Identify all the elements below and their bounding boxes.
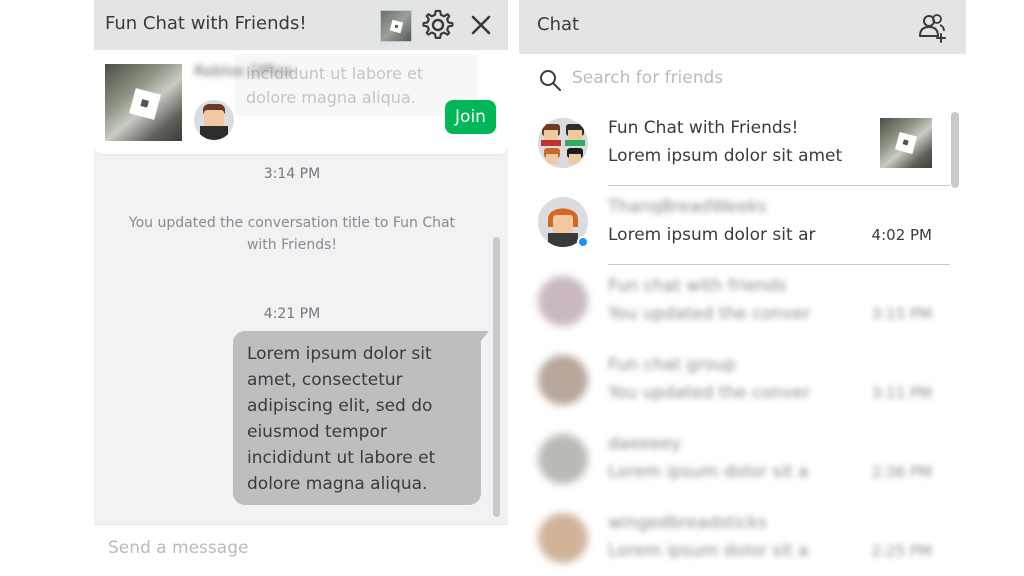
roblox-logo-icon [894, 131, 918, 155]
conversation-preview: Lorem ipsum dolor sit a [608, 462, 809, 482]
group-avatar [538, 355, 588, 405]
chat-list-title: Chat [537, 14, 580, 35]
conversation-preview: You updated the conver [608, 383, 811, 403]
settings-gear-icon[interactable] [422, 9, 454, 41]
conversation-item[interactable]: wingedbreadsticks Lorem ipsum dolor sit … [519, 505, 966, 576]
conversation-name: Fun chat with friends [608, 276, 787, 296]
conversation-time: 3:15 PM [871, 305, 932, 323]
message-input[interactable]: Send a message [108, 538, 248, 558]
conversation-time: 3:11 PM [871, 384, 932, 402]
conversation-header: Fun Chat with Friends! [94, 0, 508, 50]
conversation-window: Fun Chat with Friends! incididunt ut lab… [94, 0, 508, 576]
conversation-time: 4:02 PM [871, 226, 932, 244]
conversation-name: daeeeey [608, 434, 682, 454]
sent-message-bubble: Lorem ipsum dolor sit amet, consectetur … [233, 331, 489, 505]
scrollbar[interactable] [493, 237, 500, 517]
timestamp: 4:21 PM [263, 306, 321, 322]
friend-avatar [538, 434, 588, 484]
group-avatar [538, 118, 588, 168]
conversation-preview: Lorem ipsum dolor sit amet [608, 146, 843, 166]
conversation-preview: You updated the conver [608, 304, 811, 324]
search-icon [540, 70, 561, 91]
game-thumbnail-icon[interactable] [380, 10, 412, 42]
player-avatar [194, 100, 234, 140]
conversation-name: wingedbreadsticks [608, 513, 767, 533]
conversation-preview: Lorem ipsum dolor sit ar [608, 225, 816, 245]
divider [608, 264, 950, 265]
conversation-name: Fun chat group [608, 355, 736, 375]
conversation-item[interactable]: daeeeey Lorem ipsum dolor sit a 2:36 PM [519, 426, 966, 504]
conversation-time: 2:36 PM [871, 463, 932, 481]
search-bar[interactable]: Search for friends [519, 54, 966, 106]
group-avatar [538, 276, 588, 326]
chat-list-header: Chat [519, 0, 966, 54]
add-friends-icon[interactable] [915, 10, 949, 44]
search-input[interactable]: Search for friends [572, 68, 723, 88]
conversation-title[interactable]: Fun Chat with Friends! [105, 13, 307, 34]
conversation-item[interactable]: ThanqBreadWeeks Lorem ipsum dolor sit ar… [519, 189, 966, 267]
chat-list-panel: Chat Search for friends Fun Chat with Fr… [519, 0, 966, 576]
conversation-preview: Lorem ipsum dolor sit a [608, 541, 809, 561]
conversation-item[interactable]: Fun Chat with Friends! Lorem ipsum dolor… [519, 110, 966, 188]
online-status-icon [577, 236, 589, 248]
join-button[interactable]: Join [445, 100, 496, 134]
conversation-item[interactable]: Fun chat group You updated the conver 3:… [519, 347, 966, 425]
close-icon[interactable] [465, 9, 497, 41]
timestamp: 3:14 PM [263, 166, 321, 182]
conversation-name: Fun Chat with Friends! [608, 118, 799, 138]
conversation-item[interactable]: Fun chat with friends You updated the co… [519, 268, 966, 346]
friend-avatar [538, 513, 588, 563]
conversation-name: ThanqBreadWeeks [608, 197, 767, 217]
divider [608, 185, 950, 186]
message-composer[interactable]: Send a message [94, 524, 508, 576]
roblox-logo-icon [129, 88, 161, 120]
game-name: Roblox Office [194, 62, 293, 80]
conversation-time: 2:25 PM [871, 542, 932, 560]
system-message: You updated the conversation title to Fu… [128, 215, 456, 253]
scrollbar[interactable] [951, 112, 959, 188]
game-thumbnail[interactable] [105, 64, 182, 141]
game-thumbnail[interactable] [880, 118, 932, 168]
game-invite-card: incididunt ut labore et dolore magna ali… [94, 50, 508, 154]
